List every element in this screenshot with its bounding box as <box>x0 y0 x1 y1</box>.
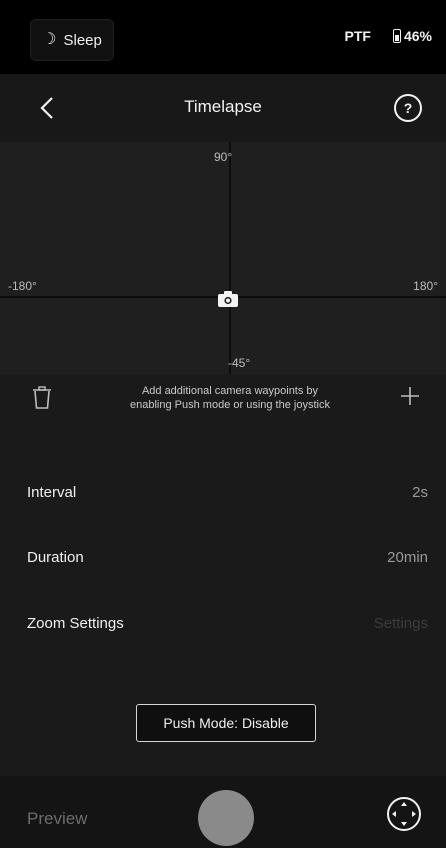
hint-line-1: Add additional camera waypoints by <box>141 385 319 397</box>
gimbal-mode: PTF <box>344 28 371 44</box>
pan-max-label: 180° <box>413 279 438 293</box>
push-mode-button[interactable]: Push Mode: Disable <box>136 704 316 742</box>
zoom-settings-value: Settings <box>373 615 428 632</box>
battery-level: 46% <box>403 28 432 44</box>
header: Timelapse ? <box>0 74 446 142</box>
battery-indicator: 46% <box>392 28 432 44</box>
waypoint-map[interactable]: 90° -180° 180° -45° <box>0 142 446 374</box>
trash-icon <box>33 386 51 409</box>
interval-row[interactable]: Interval 2s <box>0 474 446 514</box>
page-title: Timelapse <box>184 97 262 116</box>
duration-row[interactable]: Duration 20min <box>0 539 446 579</box>
zoom-settings-row[interactable]: Zoom Settings Settings <box>0 605 446 645</box>
joystick-icon <box>387 797 421 831</box>
duration-label: Duration <box>27 549 84 566</box>
plus-icon <box>401 387 419 405</box>
battery-icon <box>392 29 401 43</box>
pan-min-label: -180° <box>8 279 37 293</box>
sleep-button[interactable]: ☽ Sleep <box>30 19 114 61</box>
hint-line-2: enabling Push mode or using the joystick <box>130 399 330 411</box>
camera-icon <box>218 291 238 307</box>
status-bar: ☽ Sleep PTF 46% <box>0 0 446 74</box>
settings-panel: Interval 2s Duration 20min Zoom Settings… <box>0 444 446 776</box>
waypoint-toolbar: Add additional camera waypoints by enabl… <box>0 374 446 444</box>
preview-button[interactable]: Preview <box>27 809 87 829</box>
shutter-button[interactable] <box>198 790 254 846</box>
interval-label: Interval <box>27 484 77 501</box>
moon-icon: ☽ <box>42 31 57 48</box>
status-indicators: PTF 46% <box>345 28 432 44</box>
joystick-button[interactable] <box>386 796 422 832</box>
sleep-label: Sleep <box>63 31 102 49</box>
tilt-min-label: -45° <box>228 356 251 370</box>
waypoint-hint: Add additional camera waypoints by enabl… <box>90 384 370 412</box>
duration-value: 20min <box>387 549 428 566</box>
add-waypoint-button[interactable] <box>400 386 420 411</box>
bottom-bar: Preview <box>0 776 446 848</box>
tilt-max-label: 90° <box>214 150 233 164</box>
question-icon: ? <box>403 100 413 116</box>
help-button[interactable]: ? <box>394 94 422 122</box>
interval-value: 2s <box>412 484 428 501</box>
delete-waypoint-button[interactable] <box>32 386 52 415</box>
zoom-settings-label: Zoom Settings <box>27 615 124 632</box>
vertical-axis <box>229 142 231 374</box>
